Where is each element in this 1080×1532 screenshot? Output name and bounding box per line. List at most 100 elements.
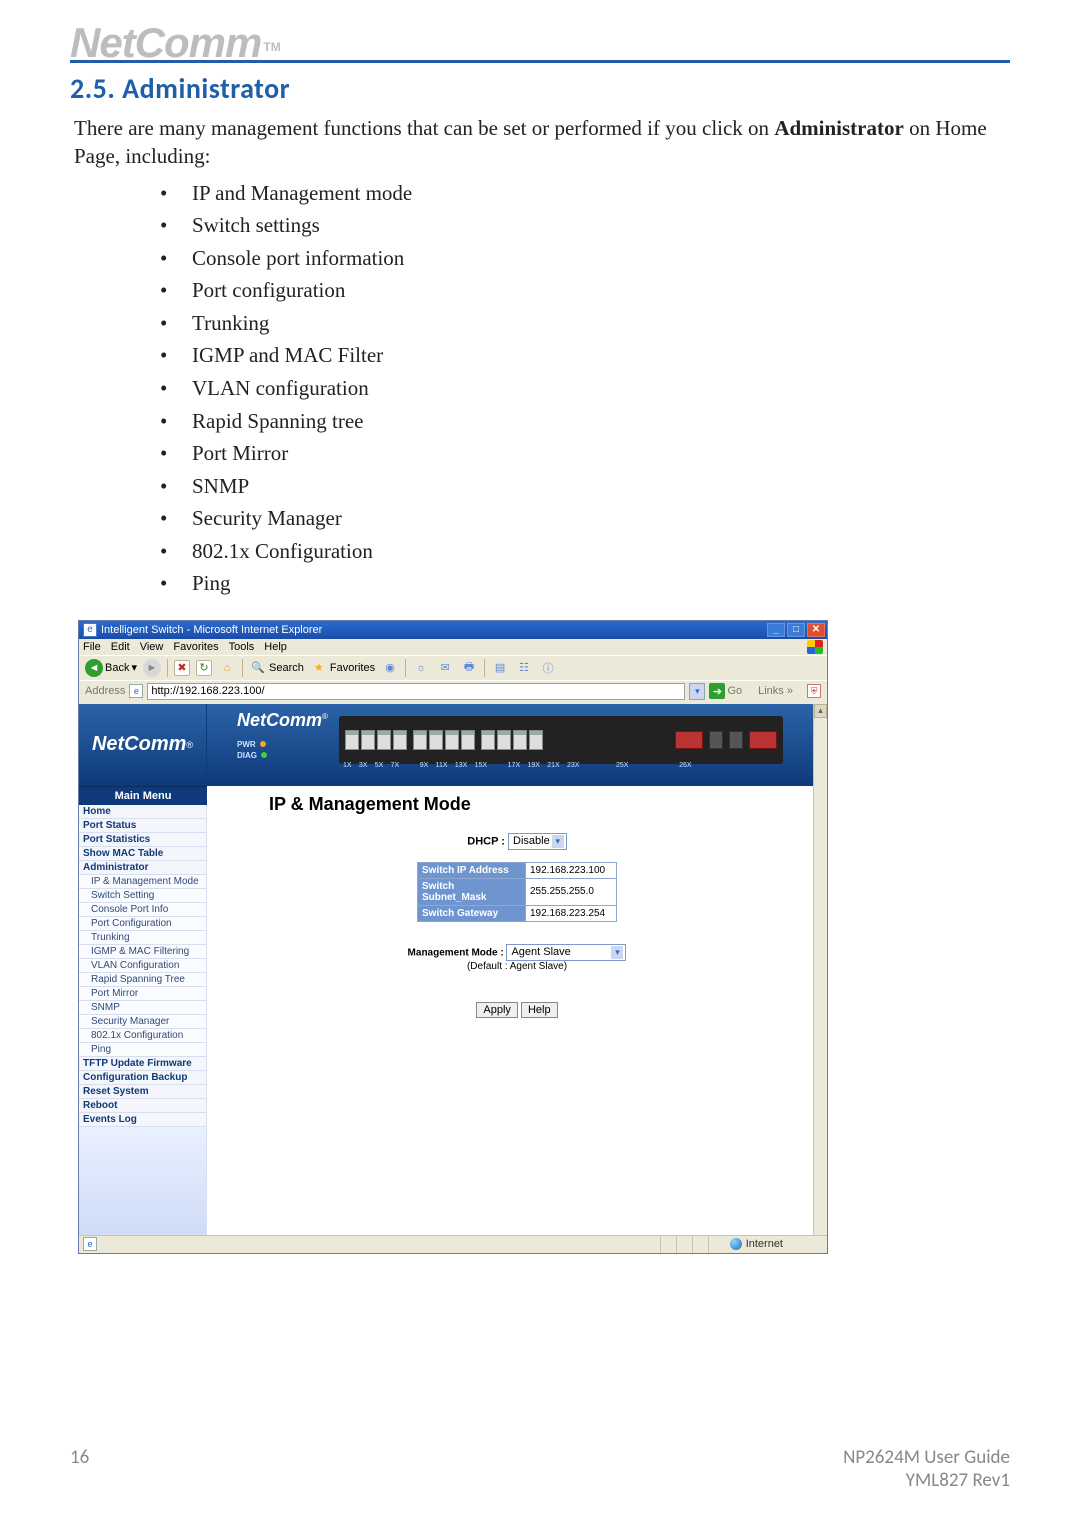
ip-address-input[interactable]: 192.168.223.100 — [526, 862, 617, 878]
subnet-mask-input[interactable]: 255.255.255.0 — [526, 878, 617, 905]
sidebar-item-events-log[interactable]: Events Log — [79, 1113, 206, 1127]
fiber-port-icon[interactable] — [729, 731, 743, 749]
port-icon[interactable] — [393, 730, 407, 750]
mail-button[interactable]: ✉ — [436, 659, 454, 677]
sidebar-sub-port-mirror[interactable]: Port Mirror — [79, 987, 206, 1001]
menu-tools[interactable]: Tools — [229, 641, 255, 653]
sidebar-sub-ip-mgmt[interactable]: IP & Management Mode — [79, 875, 206, 889]
sidebar-item-reboot[interactable]: Reboot — [79, 1099, 206, 1113]
sidebar-item-administrator[interactable]: Administrator — [79, 861, 206, 875]
address-input[interactable]: http://192.168.223.100/ — [147, 683, 685, 700]
forward-button[interactable]: ► — [143, 659, 161, 677]
address-label: Address — [85, 685, 125, 697]
bullet-item: Ping — [160, 567, 1010, 600]
dhcp-select[interactable]: Disable — [508, 833, 567, 850]
help-button[interactable]: Help — [521, 1002, 558, 1018]
brand-logo-text: NetComm — [70, 19, 261, 66]
port-icon[interactable] — [529, 730, 543, 750]
window-maximize-button[interactable]: □ — [787, 623, 805, 637]
history-button[interactable]: ☼ — [412, 659, 430, 677]
dhcp-value: Disable — [513, 835, 550, 847]
window-close-button[interactable]: ✕ — [807, 623, 825, 637]
links-label[interactable]: Links » — [758, 685, 793, 697]
gateway-label: Switch Gateway — [418, 905, 526, 921]
sidebar-sub-snmp[interactable]: SNMP — [79, 1001, 206, 1015]
research-button[interactable]: ⓘ — [539, 659, 557, 677]
bullet-item: Port configuration — [160, 274, 1010, 307]
media-button[interactable]: ◉ — [381, 659, 399, 677]
port-icon[interactable] — [429, 730, 443, 750]
port-icon[interactable] — [345, 730, 359, 750]
refresh-button[interactable]: ↻ — [196, 660, 212, 676]
home-button[interactable]: ⌂ — [218, 659, 236, 677]
favorites-button[interactable]: ★Favorites — [310, 659, 375, 677]
footer-guide-title: NP2624M User Guide — [843, 1446, 1010, 1469]
go-button[interactable]: ➔Go — [709, 683, 742, 699]
menu-file[interactable]: File — [83, 641, 101, 653]
menu-favorites[interactable]: Favorites — [173, 641, 218, 653]
main-panel: ▲ NetComm® PWR DIAG — [207, 704, 827, 1235]
scroll-up-arrow-icon[interactable]: ▲ — [814, 704, 827, 718]
sidebar-sub-security-mgr[interactable]: Security Manager — [79, 1015, 206, 1029]
sidebar-sub-rstp[interactable]: Rapid Spanning Tree — [79, 973, 206, 987]
sidebar-sub-switch-setting[interactable]: Switch Setting — [79, 889, 206, 903]
sidebar-item-port-status[interactable]: Port Status — [79, 819, 206, 833]
port-icon[interactable] — [497, 730, 511, 750]
browser-screenshot: e Intelligent Switch - Microsoft Interne… — [78, 620, 828, 1254]
edit-button[interactable]: ▤ — [491, 659, 509, 677]
port-icon[interactable] — [361, 730, 375, 750]
bullet-item: 802.1x Configuration — [160, 535, 1010, 568]
uplink-port-icon[interactable] — [749, 731, 777, 749]
sidebar-item-home[interactable]: Home — [79, 805, 206, 819]
search-button[interactable]: 🔍Search — [249, 659, 304, 677]
apply-button[interactable]: Apply — [476, 1002, 518, 1018]
gateway-input[interactable]: 192.168.223.254 — [526, 905, 617, 921]
dropdown-caret-icon: ▾ — [131, 661, 137, 674]
browser-menubar: File Edit View Favorites Tools Help — [79, 639, 827, 655]
ie-icon: e — [83, 623, 97, 637]
sidebar-gradient-fill — [79, 1127, 206, 1235]
security-zone-label: Internet — [746, 1238, 783, 1250]
go-arrow-icon: ➔ — [709, 683, 725, 699]
management-mode-select[interactable]: Agent Slave — [506, 944, 626, 961]
sidebar-item-port-statistics[interactable]: Port Statistics — [79, 833, 206, 847]
menu-edit[interactable]: Edit — [111, 641, 130, 653]
window-minimize-button[interactable]: _ — [767, 623, 785, 637]
internet-zone-icon — [730, 1238, 742, 1250]
sidebar-sub-igmp-mac[interactable]: IGMP & MAC Filtering — [79, 945, 206, 959]
window-titlebar[interactable]: e Intelligent Switch - Microsoft Interne… — [79, 621, 827, 639]
sidebar-item-tftp[interactable]: TFTP Update Firmware — [79, 1057, 206, 1071]
footer-revision: YML827 Rev1 — [906, 1469, 1010, 1492]
sidebar-sub-vlan[interactable]: VLAN Configuration — [79, 959, 206, 973]
port-icon[interactable] — [481, 730, 495, 750]
window-title: Intelligent Switch - Microsoft Internet … — [101, 624, 322, 636]
search-icon: 🔍 — [249, 659, 267, 677]
sidebar-item-reset[interactable]: Reset System — [79, 1085, 206, 1099]
addon-icon[interactable]: ⛨ — [807, 684, 821, 698]
sidebar-sub-trunking[interactable]: Trunking — [79, 931, 206, 945]
vertical-scrollbar[interactable]: ▲ — [813, 704, 827, 1235]
discuss-button[interactable]: ☷ — [515, 659, 533, 677]
address-dropdown-button[interactable]: ▾ — [689, 683, 705, 700]
dhcp-label: DHCP : — [467, 835, 505, 847]
print-button[interactable]: 🖶 — [460, 659, 478, 677]
port-icon[interactable] — [413, 730, 427, 750]
stop-button[interactable]: ✖ — [174, 660, 190, 676]
menu-help[interactable]: Help — [264, 641, 287, 653]
port-icon[interactable] — [461, 730, 475, 750]
dhcp-row: DHCP : Disable — [327, 833, 707, 850]
sidebar-sub-8021x[interactable]: 802.1x Configuration — [79, 1029, 206, 1043]
back-button[interactable]: ◄Back ▾ — [85, 659, 137, 677]
port-icon[interactable] — [377, 730, 391, 750]
sidebar-item-config-backup[interactable]: Configuration Backup — [79, 1071, 206, 1085]
sidebar-sub-ping[interactable]: Ping — [79, 1043, 206, 1057]
menu-view[interactable]: View — [140, 641, 164, 653]
trademark-symbol: TM — [263, 40, 280, 54]
sidebar-sub-console-port[interactable]: Console Port Info — [79, 903, 206, 917]
sidebar-sub-port-config[interactable]: Port Configuration — [79, 917, 206, 931]
port-icon[interactable] — [445, 730, 459, 750]
fiber-port-icon[interactable] — [709, 731, 723, 749]
port-icon[interactable] — [513, 730, 527, 750]
sidebar-item-show-mac[interactable]: Show MAC Table — [79, 847, 206, 861]
uplink-port-icon[interactable] — [675, 731, 703, 749]
